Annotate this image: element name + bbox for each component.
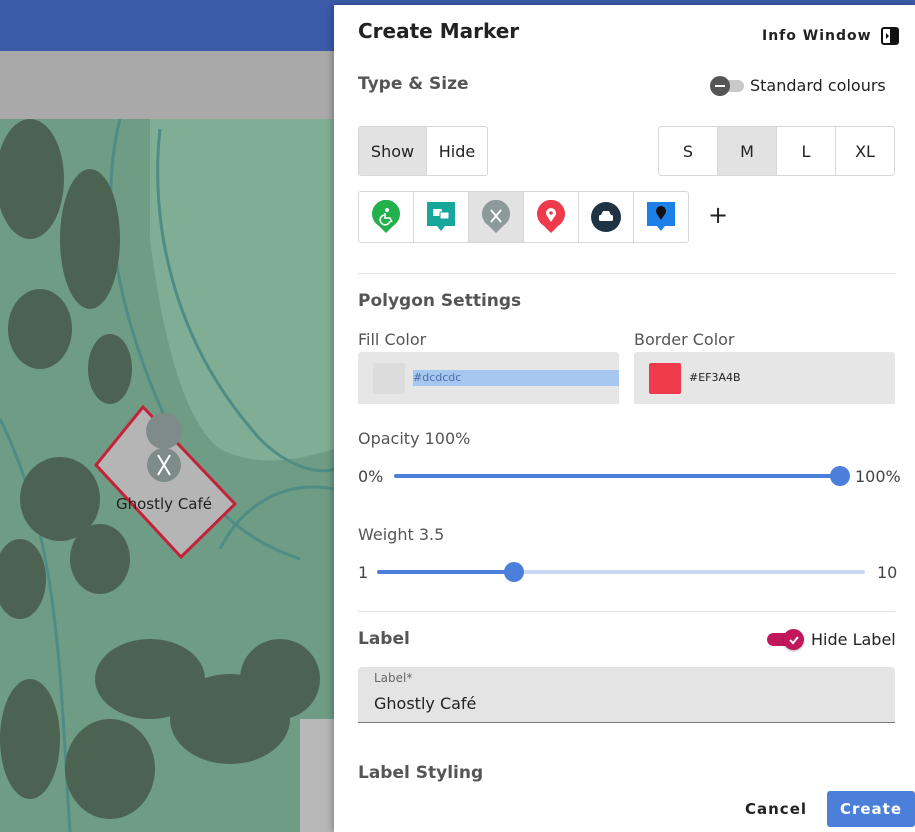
weight-slider-thumb[interactable] [504, 562, 524, 582]
minus-icon [710, 75, 730, 96]
divider [358, 611, 895, 612]
weight-label: Weight 3.5 [358, 525, 445, 544]
border-color-swatch[interactable] [649, 363, 681, 394]
pin-marker-icon[interactable] [633, 192, 688, 242]
weight-slider[interactable] [377, 561, 865, 583]
check-icon [783, 629, 804, 650]
map-canvas[interactable]: Ghostly Café [0, 119, 334, 832]
opacity-slider[interactable] [394, 465, 850, 487]
border-color-value[interactable]: #EF3A4B [689, 370, 741, 386]
chat-marker-icon[interactable] [413, 192, 468, 242]
weight-fill [377, 570, 514, 574]
label-field-value[interactable]: Ghostly Café [374, 694, 476, 713]
standard-colours-label: Standard colours [750, 76, 886, 95]
opacity-max-label: 100% [855, 467, 901, 486]
opacity-min-label: 0% [358, 467, 384, 486]
standard-colours-toggle[interactable]: Standard colours [710, 75, 886, 96]
panel-toggle-icon [880, 27, 899, 45]
size-m-button[interactable]: M [717, 127, 776, 175]
border-color-field[interactable]: #EF3A4B [634, 352, 895, 404]
type-size-heading: Type & Size [358, 74, 469, 94]
info-window-label: Info Window [762, 28, 872, 44]
opacity-slider-thumb[interactable] [830, 466, 850, 486]
polygon-settings-heading: Polygon Settings [358, 291, 522, 311]
label-field-label: Label* [374, 671, 413, 685]
utensils-marker-icon[interactable] [468, 192, 523, 242]
panel-title: Create Marker [358, 19, 520, 43]
size-l-button[interactable]: L [776, 127, 835, 175]
location-pin-marker-icon[interactable] [523, 192, 578, 242]
border-color-label: Border Color [634, 330, 735, 349]
accessible-marker-icon[interactable] [359, 192, 413, 242]
car-marker-icon[interactable] [578, 192, 633, 242]
add-marker-icon-button[interactable]: + [708, 201, 728, 229]
size-xl-button[interactable]: XL [835, 127, 894, 175]
label-input[interactable]: Label* Ghostly Café [358, 667, 895, 723]
visibility-segmented: Show Hide [358, 126, 488, 176]
hide-button[interactable]: Hide [426, 127, 487, 175]
create-button[interactable]: Create [827, 791, 915, 827]
fill-color-swatch[interactable] [373, 363, 405, 394]
marker-icon-picker [358, 191, 689, 243]
label-heading: Label [358, 629, 410, 649]
fill-color-field[interactable]: #dcdcdc [358, 352, 619, 404]
toggle-switch[interactable] [767, 629, 805, 650]
label-styling-heading: Label Styling [358, 763, 484, 783]
size-s-button[interactable]: S [659, 127, 717, 175]
map-marker-label: Ghostly Café [116, 495, 212, 513]
opacity-fill [394, 474, 840, 478]
create-marker-panel: Create Marker Info Window Type & Size St… [334, 5, 915, 832]
fill-color-label: Fill Color [358, 330, 427, 349]
size-segmented: S M L XL [658, 126, 895, 176]
info-window-button[interactable]: Info Window [762, 27, 899, 45]
hide-label-text: Hide Label [811, 629, 896, 649]
weight-max-label: 10 [877, 563, 898, 582]
opacity-label: Opacity 100% [358, 429, 471, 448]
map-graphic [0, 119, 334, 832]
toggle-switch[interactable] [710, 75, 744, 96]
show-button[interactable]: Show [359, 127, 426, 175]
divider [358, 273, 895, 274]
weight-min-label: 1 [358, 563, 369, 582]
cancel-button[interactable]: Cancel [745, 800, 807, 818]
fill-color-value[interactable]: #dcdcdc [413, 370, 461, 386]
hide-label-toggle[interactable]: Hide Label [767, 629, 896, 650]
